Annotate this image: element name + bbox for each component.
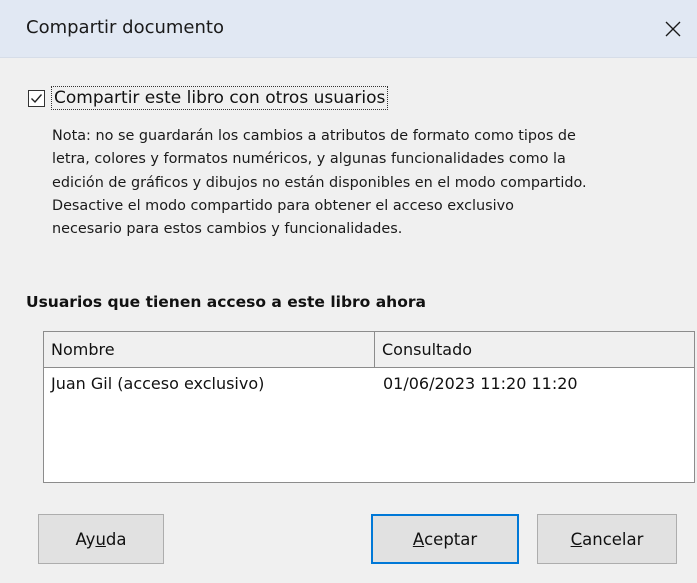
- cancel-button[interactable]: Cancelar: [537, 514, 677, 564]
- accept-button[interactable]: Aceptar: [371, 514, 519, 564]
- share-workbook-label[interactable]: Compartir este libro con otros usuarios: [51, 86, 389, 110]
- close-icon: [665, 21, 681, 37]
- cancel-label-post: ancelar: [582, 529, 644, 549]
- note-line: Desactive el modo compartido para obtene…: [52, 197, 514, 214]
- share-note: Nota: no se guardarán los cambios a atri…: [52, 125, 682, 241]
- table-row[interactable]: Juan Gil (acceso exclusivo) 01/06/2023 1…: [44, 368, 694, 400]
- help-button[interactable]: Ay u da: [38, 514, 164, 564]
- share-document-dialog: Compartir documento Compartir este libro…: [0, 0, 697, 583]
- accept-label-mnemonic: A: [412, 529, 425, 549]
- help-label-pre: Ay: [75, 529, 96, 549]
- note-line: letra, colores y formatos numéricos, y a…: [52, 151, 566, 168]
- users-table[interactable]: Nombre Consultado Juan Gil (acceso exclu…: [43, 331, 695, 483]
- note-line: necesario para estos cambios y funcional…: [52, 221, 403, 238]
- checkmark-icon: [31, 93, 43, 103]
- users-table-header: Nombre Consultado: [44, 332, 694, 368]
- dialog-title: Compartir documento: [26, 17, 224, 38]
- user-name-cell: Juan Gil (acceso exclusivo): [51, 374, 265, 393]
- column-header-accessed[interactable]: Consultado: [375, 332, 694, 367]
- note-line: edición de gráficos y dibujos no están d…: [52, 174, 587, 191]
- accessed-time-cell: 01/06/2023 11:20 11:20: [383, 374, 578, 393]
- share-workbook-checkbox[interactable]: [28, 89, 45, 107]
- column-header-name[interactable]: Nombre: [44, 332, 375, 367]
- share-workbook-option[interactable]: Compartir este libro con otros usuarios: [28, 84, 389, 112]
- close-button[interactable]: [649, 0, 697, 58]
- note-line: Nota: no se guardarán los cambios a atri…: [52, 128, 576, 144]
- accept-label-post: ceptar: [424, 529, 478, 549]
- help-label-mnemonic: u: [95, 529, 106, 549]
- title-bar: Compartir documento: [0, 0, 697, 58]
- users-heading: Usuarios que tienen acceso a este libro …: [26, 293, 426, 311]
- cancel-label-mnemonic: C: [570, 529, 583, 549]
- help-label-post: da: [105, 529, 127, 549]
